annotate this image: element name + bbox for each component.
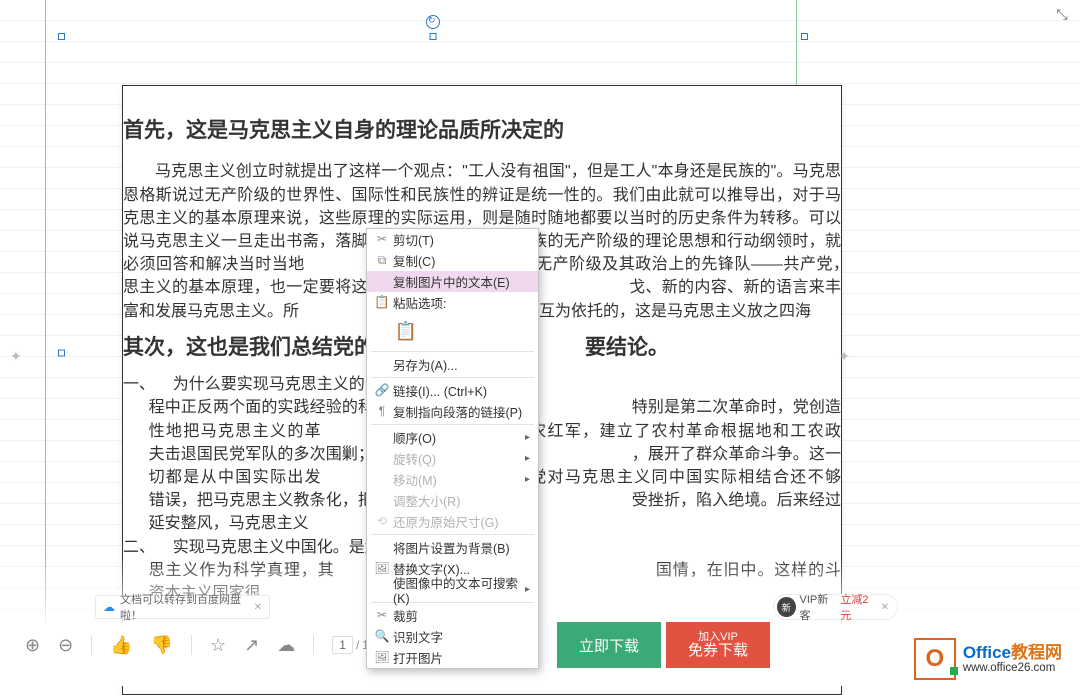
context-menu: ✂ 剪切(T) ⧉ 复制(C) 复制图片中的文本(E) 📋 粘贴选项: 📋 另存… — [366, 228, 539, 669]
resize-handle-tr[interactable] — [801, 33, 808, 40]
office-tutorial-logo: O Office教程网 www.office26.com — [914, 638, 1062, 680]
ctx-copy[interactable]: ⧉ 复制(C) — [367, 250, 538, 271]
para-link-icon: ¶ — [371, 404, 393, 420]
doc-heading-1: 首先，这是马克思主义自身的理论品质所决定的 — [123, 116, 841, 146]
crop-icon: ✂ — [371, 608, 393, 624]
open-image-icon: 🖼 — [371, 650, 393, 666]
ctx-separator — [371, 424, 534, 425]
chevron-right-icon: ▸ — [525, 453, 530, 464]
paste-option-icon[interactable]: 📋 — [393, 317, 419, 345]
download-now-button[interactable]: 立即下载 — [557, 622, 661, 668]
ctx-move: 移动(M) ▸ — [367, 469, 538, 490]
ctx-separator — [371, 351, 534, 352]
ctx-paste-options: 📋 — [367, 313, 538, 349]
resize-handle-ml[interactable] — [58, 350, 65, 357]
ctx-save-as[interactable]: 另存为(A)... — [367, 354, 538, 375]
ctx-paste-options-header: 📋 粘贴选项: — [367, 292, 538, 313]
ctx-separator — [371, 377, 534, 378]
expand-icon[interactable]: ⤢ — [1054, 9, 1071, 20]
thumb-up-icon[interactable]: 👍 — [110, 635, 132, 656]
ctx-resize: 调整大小(R) — [367, 490, 538, 511]
link-icon: 🔗 — [371, 383, 393, 399]
zoom-out-icon[interactable]: ⊖ — [58, 635, 73, 656]
page-canvas: 首先，这是马克思主义自身的理论品质所决定的 马克思主义创立时就提出了这样一个观点… — [12, 0, 1068, 621]
list2-first: 实现马克思主义中国化。是解决 — [173, 539, 397, 556]
copy-text-icon — [371, 274, 393, 290]
copy-icon: ⧉ — [371, 253, 393, 269]
ctx-ocr[interactable]: 🔍 识别文字 — [367, 626, 538, 647]
scissors-icon: ✂ — [371, 232, 393, 248]
chevron-right-icon: ▸ — [525, 432, 530, 443]
ctx-searchable-text[interactable]: 使图像中的文本可搜索(K) ▸ — [367, 579, 538, 600]
toolbar-separator — [91, 635, 92, 655]
ctx-rotate: 旋转(Q) ▸ — [367, 448, 538, 469]
vip-discount: 立减2元 — [840, 591, 876, 623]
ctx-crop[interactable]: ✂ 裁剪 — [367, 605, 538, 626]
anchor-left-icon: ✦ — [10, 348, 22, 365]
logo-title: Office教程网 — [963, 644, 1062, 662]
rotate-handle[interactable] — [426, 15, 440, 29]
chevron-right-icon: ▸ — [525, 474, 530, 485]
list-num-2: 二、 — [123, 536, 155, 559]
ctx-set-as-background[interactable]: 将图片设置为背景(B) — [367, 537, 538, 558]
download-bar: 立即下载 加入VIP 免券下载 — [557, 622, 770, 668]
resize-handle-tl[interactable] — [58, 33, 65, 40]
close-icon[interactable]: ✕ — [254, 602, 262, 613]
vip-download-button[interactable]: 加入VIP 免券下载 — [666, 622, 770, 668]
baidu-hint-text: 文档可以转存到百度网盘啦！ — [120, 591, 249, 623]
vip-label: VIP新客 — [800, 591, 837, 623]
ctx-order[interactable]: 顺序(O) ▸ — [367, 427, 538, 448]
zoom-in-icon[interactable]: ⊕ — [25, 635, 40, 656]
ctx-separator — [371, 534, 534, 535]
thumb-down-icon[interactable]: 👎 — [151, 635, 173, 656]
ctx-hyperlink[interactable]: 🔗 链接(I)... (Ctrl+K) — [367, 380, 538, 401]
ctx-restore-size: ⟲ 还原为原始尺寸(G) — [367, 511, 538, 532]
ctx-cut[interactable]: ✂ 剪切(T) — [367, 229, 538, 250]
page-current[interactable]: 1 — [332, 636, 353, 654]
clipboard-icon: 📋 — [371, 295, 393, 311]
baidu-netdisk-hint[interactable]: ☁ 文档可以转存到百度网盘啦！ ✕ — [95, 595, 270, 619]
share-icon[interactable]: ↗ — [244, 635, 259, 656]
cloud-save-icon[interactable]: ☁ — [277, 635, 295, 656]
vip-promo-strip[interactable]: 新 VIP新客 立减2元 ✕ — [773, 594, 898, 620]
ctx-open-image[interactable]: 🖼 打开图片 — [367, 647, 538, 668]
resize-handle-tm[interactable] — [430, 33, 437, 40]
toolbar-separator — [191, 635, 192, 655]
close-icon[interactable]: ✕ — [881, 602, 889, 613]
star-icon[interactable]: ☆ — [210, 635, 226, 656]
logo-url: www.office26.com — [963, 662, 1062, 674]
chevron-right-icon: ▸ — [525, 584, 530, 595]
ctx-copy-text-in-image[interactable]: 复制图片中的文本(E) — [367, 271, 538, 292]
ctx-copy-paragraph-link[interactable]: ¶ 复制指向段落的链接(P) — [367, 401, 538, 422]
alt-text-icon: 🖼 — [371, 561, 393, 577]
list1-first: 为什么要实现马克思主义的中国 — [173, 376, 397, 393]
anchor-right-icon: ✦ — [838, 348, 850, 365]
page-sep: / — [356, 638, 359, 652]
office-icon: O — [914, 638, 956, 680]
ocr-icon: 🔍 — [371, 629, 393, 645]
new-badge: 新 — [777, 597, 796, 617]
page-indicator: 1 / 1 — [332, 636, 369, 654]
restore-icon: ⟲ — [371, 514, 393, 530]
list-num-1: 一、 — [123, 373, 155, 396]
toolbar-separator — [313, 635, 314, 655]
cloud-icon: ☁ — [103, 600, 115, 614]
